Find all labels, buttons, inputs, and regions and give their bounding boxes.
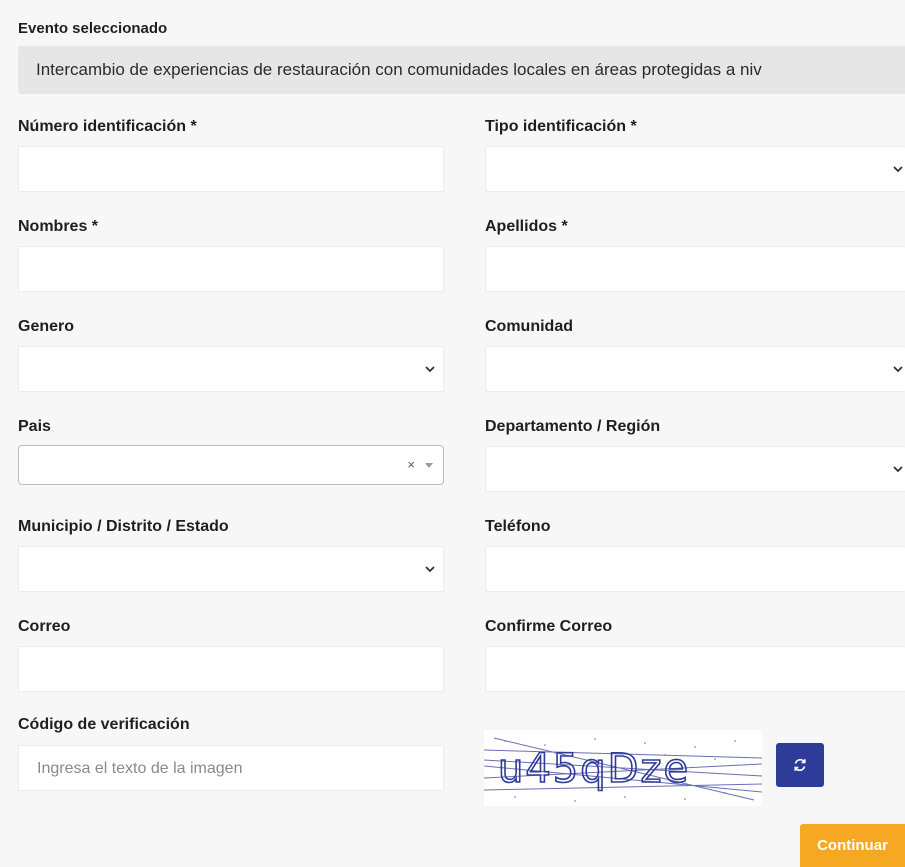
confirme-correo-input[interactable]	[485, 646, 905, 692]
genero-label: Genero	[18, 318, 75, 335]
continue-button[interactable]: Continuar	[800, 824, 905, 867]
codigo-input[interactable]: Ingresa el texto de la imagen	[18, 745, 444, 791]
chevron-down-icon	[425, 364, 435, 374]
chevron-down-icon	[425, 564, 435, 574]
confirme-correo-label: Confirme Correo	[485, 618, 613, 635]
municipio-select[interactable]	[18, 546, 444, 592]
caret-down-icon	[425, 463, 433, 468]
numero-identificacion-label: Número identificación *	[18, 118, 197, 135]
correo-input[interactable]	[18, 646, 444, 692]
refresh-button[interactable]	[776, 743, 824, 787]
event-label: Evento seleccionado	[18, 20, 168, 37]
telefono-input[interactable]	[485, 546, 905, 592]
departamento-label: Departamento / Región	[485, 418, 661, 435]
clear-icon[interactable]: ×	[407, 457, 415, 472]
pais-label: Pais	[18, 418, 51, 435]
nombres-input[interactable]	[18, 246, 444, 292]
apellidos-label: Apellidos *	[485, 218, 568, 235]
chevron-down-icon	[893, 364, 903, 374]
numero-identificacion-input[interactable]	[18, 146, 444, 192]
municipio-label: Municipio / Distrito / Estado	[18, 518, 229, 535]
comunidad-select[interactable]	[485, 346, 905, 392]
apellidos-input[interactable]	[485, 246, 905, 292]
tipo-identificacion-select[interactable]	[485, 146, 905, 192]
refresh-icon	[794, 758, 806, 772]
captcha-text: u45qDze	[498, 746, 690, 792]
correo-label: Correo	[18, 618, 71, 635]
pais-select[interactable]: ×	[18, 445, 444, 485]
codigo-label: Código de verificación	[18, 716, 190, 733]
departamento-select[interactable]	[485, 446, 905, 492]
captcha-image: u45qDze	[484, 730, 762, 806]
event-display: Intercambio de experiencias de restaurac…	[18, 46, 905, 94]
tipo-identificacion-label: Tipo identificación *	[485, 118, 637, 135]
comunidad-label: Comunidad	[485, 318, 573, 335]
telefono-label: Teléfono	[485, 518, 551, 535]
codigo-placeholder: Ingresa el texto de la imagen	[37, 760, 243, 777]
chevron-down-icon	[893, 164, 903, 174]
genero-select[interactable]	[18, 346, 444, 392]
nombres-label: Nombres *	[18, 218, 99, 235]
chevron-down-icon	[893, 464, 903, 474]
